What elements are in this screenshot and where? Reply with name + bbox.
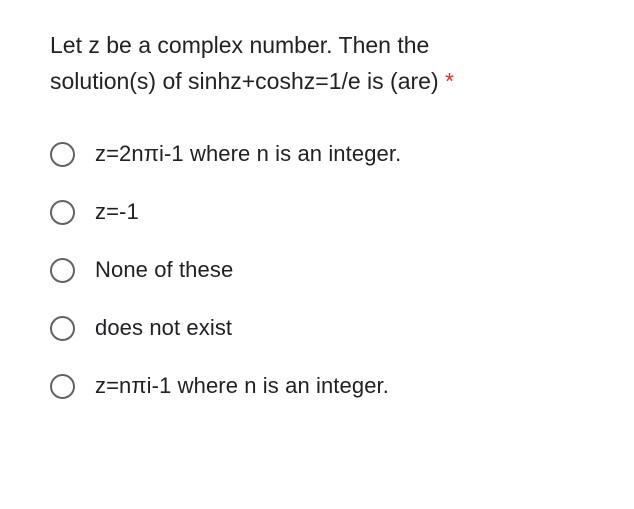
option-label: does not exist <box>95 315 232 341</box>
radio-icon[interactable] <box>50 374 75 399</box>
option-label: z=-1 <box>95 199 139 225</box>
question-text: Let z be a complex number. Then the solu… <box>50 28 634 99</box>
radio-icon[interactable] <box>50 316 75 341</box>
options-container: z=2nπi-1 where n is an integer. z=-1 Non… <box>50 141 634 399</box>
option-label: None of these <box>95 257 233 283</box>
required-asterisk: * <box>445 68 454 94</box>
option-row-3[interactable]: does not exist <box>50 315 634 341</box>
option-row-0[interactable]: z=2nπi-1 where n is an integer. <box>50 141 634 167</box>
option-row-1[interactable]: z=-1 <box>50 199 634 225</box>
option-row-2[interactable]: None of these <box>50 257 634 283</box>
question-line-1: Let z be a complex number. Then the <box>50 32 429 58</box>
option-label: z=2nπi-1 where n is an integer. <box>95 141 401 167</box>
option-label: z=nπi-1 where n is an integer. <box>95 373 389 399</box>
radio-icon[interactable] <box>50 200 75 225</box>
radio-icon[interactable] <box>50 258 75 283</box>
radio-icon[interactable] <box>50 142 75 167</box>
question-line-2: solution(s) of sinhz+coshz=1/e is (are) <box>50 68 439 94</box>
option-row-4[interactable]: z=nπi-1 where n is an integer. <box>50 373 634 399</box>
